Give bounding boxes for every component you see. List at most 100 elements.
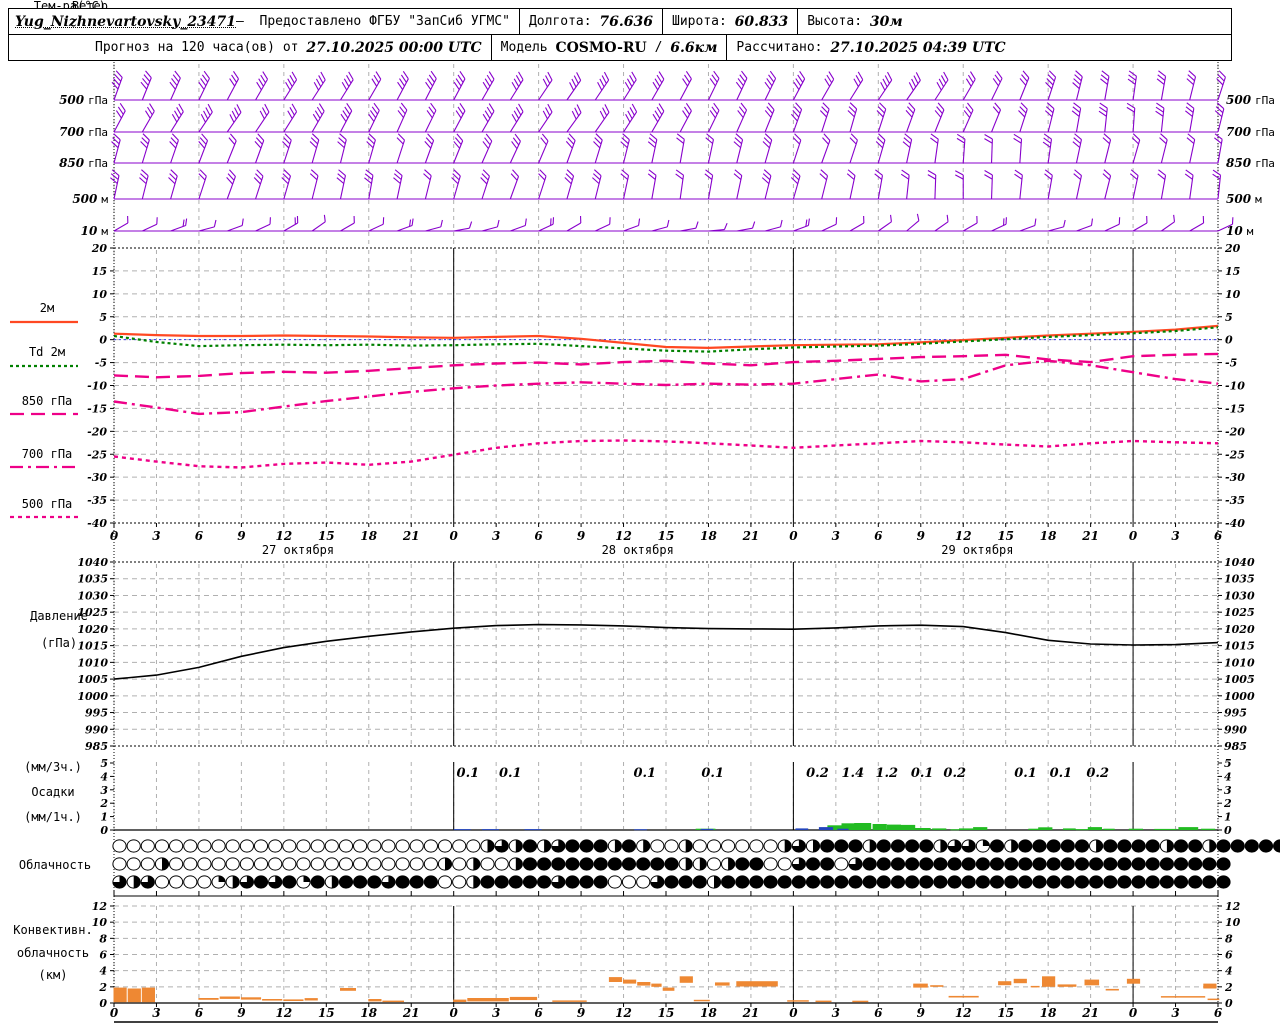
convective-cloud-bar: [304, 998, 318, 1001]
num-label: 985: [85, 740, 108, 753]
convective-cloud-bar: [1203, 983, 1217, 989]
hour-label: 6: [195, 1006, 204, 1020]
cloud-cover-fill: [515, 857, 523, 871]
num-label: 10: [92, 288, 108, 301]
wind-level-label-right: 500 гПа: [1226, 93, 1275, 107]
num-label: 995: [85, 707, 108, 720]
convective-cloud-bar: [1042, 976, 1056, 987]
hour-label: 18: [700, 1006, 717, 1020]
cloud-cover-symbol: [169, 839, 184, 853]
cloud-cover-symbol: [253, 839, 269, 853]
cloud-cover-symbol: [1032, 839, 1047, 853]
cloud-cover-symbol: [253, 857, 269, 871]
cloud-cover-symbol: [1258, 839, 1274, 853]
cloud-cover-symbol: [1202, 857, 1217, 871]
hour-label: 9: [577, 1006, 586, 1020]
cloud-cover-symbol: [268, 857, 283, 871]
cloud-cover-symbol: [183, 839, 198, 853]
cloud-cover-fill: [1011, 839, 1018, 853]
precip-bar: [795, 828, 809, 830]
cloud-cover-symbol: [947, 875, 962, 889]
cloud-cover-symbol: [551, 857, 566, 871]
cloud-cover-symbol: [735, 839, 750, 853]
cloud-cover-symbol: [296, 839, 311, 853]
hour-label: 6: [534, 1006, 543, 1020]
hour-label: 6: [195, 529, 204, 543]
wind-level-label-left: 700 гПа: [59, 125, 108, 139]
hour-label: 6: [874, 1006, 883, 1020]
hour-label: 18: [700, 529, 717, 543]
cloud-cover-symbol: [565, 839, 580, 853]
hour-label: 12: [615, 529, 632, 543]
convective-cloud-bar: [382, 1000, 404, 1003]
precip-bar: [854, 823, 872, 830]
cloud-cover-symbol: [1244, 839, 1259, 853]
num-label: 1010: [1224, 656, 1255, 669]
cloud-cover-symbol: [395, 875, 410, 889]
cloud-cover-fill: [869, 839, 877, 853]
num-label: -5: [95, 357, 107, 370]
preciplbl-label: 0.1: [457, 766, 480, 781]
cloud-cover-symbol: [820, 875, 835, 889]
cloud-cover-symbol: [565, 875, 580, 889]
num-label: 10: [1225, 288, 1241, 301]
latitude-label: Широта:: [672, 14, 727, 29]
num-label: 2: [98, 981, 107, 994]
convective-cloud-bar: [679, 976, 693, 983]
preciplbl-label: 0.1: [633, 766, 656, 781]
cloud-cover-fill: [487, 839, 495, 853]
wind-level-label-left: 500 м: [72, 192, 108, 206]
cloud-cover-symbol: [169, 857, 184, 871]
convective-cloud-bar: [198, 998, 219, 1000]
station-name: Yug_Nizhnevartovsky_23471: [15, 13, 237, 30]
temp-legend-label-2m: 2м: [39, 301, 55, 315]
num-label: 1040: [1224, 556, 1255, 569]
cloud-cover-fill: [813, 839, 820, 853]
cloud-cover-fill: [331, 875, 339, 889]
precip-bar: [453, 829, 471, 831]
cloud-cover-symbol: [805, 875, 821, 889]
cloud-cover-symbol: [933, 875, 948, 889]
cloud-cover-symbol: [678, 875, 693, 889]
wind-level-label-left: 500 гПа: [59, 93, 108, 107]
preciplbl-label: 0.1: [911, 766, 934, 781]
preciplbl-label: 0.1: [499, 766, 522, 781]
cloud-cover-symbol: [1173, 875, 1189, 889]
cloud-cover-symbol: [848, 875, 863, 889]
longitude-label: Долгота:: [528, 14, 592, 29]
convective-label-2: облачность: [16, 946, 90, 960]
cloud-cover-symbol: [1188, 857, 1203, 871]
wind-barbs-layer: [110, 70, 1234, 232]
cloud-cover-symbol: [1074, 839, 1090, 853]
model-resolution: 6.6км: [670, 39, 718, 56]
hour-label: 21: [1081, 529, 1099, 543]
cloud-cover-symbol: [890, 875, 906, 889]
cloud-cover-symbol: [452, 839, 467, 853]
cloud-cover-symbol: [1074, 857, 1090, 871]
cloud-cover-symbol: [1188, 875, 1203, 889]
cloud-cover-symbol: [735, 875, 750, 889]
num-label: -25: [87, 448, 107, 461]
cloud-cover-symbol: [197, 839, 212, 853]
precip-bar: [959, 828, 974, 830]
convective-cloud-bar: [1013, 978, 1027, 984]
num-label: -20: [1225, 425, 1245, 438]
meteogram-chart: 0.1 0.1 0.1 0.1 0.2 1.4 1.2 0.1 0.2 0.1 0.1 0.220 20…: [10, 62, 1280, 1023]
hour-label: 6: [1214, 529, 1223, 543]
cloud-cover-symbol: [423, 839, 438, 853]
cloud-cover-symbol: [579, 875, 594, 889]
hour-label: 12: [955, 529, 972, 543]
hour-label: 21: [1081, 1006, 1099, 1020]
num-label: 995: [1224, 707, 1247, 720]
cloud-cover-fill: [303, 875, 311, 882]
cloud-cover-symbol: [947, 857, 962, 871]
wind-level-label-right: 10 м: [1226, 224, 1254, 238]
convective-cloud-bar: [608, 977, 623, 982]
cloud-cover-symbol: [820, 839, 835, 853]
num-label: -10: [1225, 380, 1245, 393]
latitude-value: 60.833: [734, 13, 789, 30]
cloud-cover-fill: [218, 875, 226, 882]
cloud-cover-symbol: [621, 875, 637, 889]
cloud-cover-symbol: [1159, 857, 1175, 871]
precip-bar: [524, 829, 542, 831]
